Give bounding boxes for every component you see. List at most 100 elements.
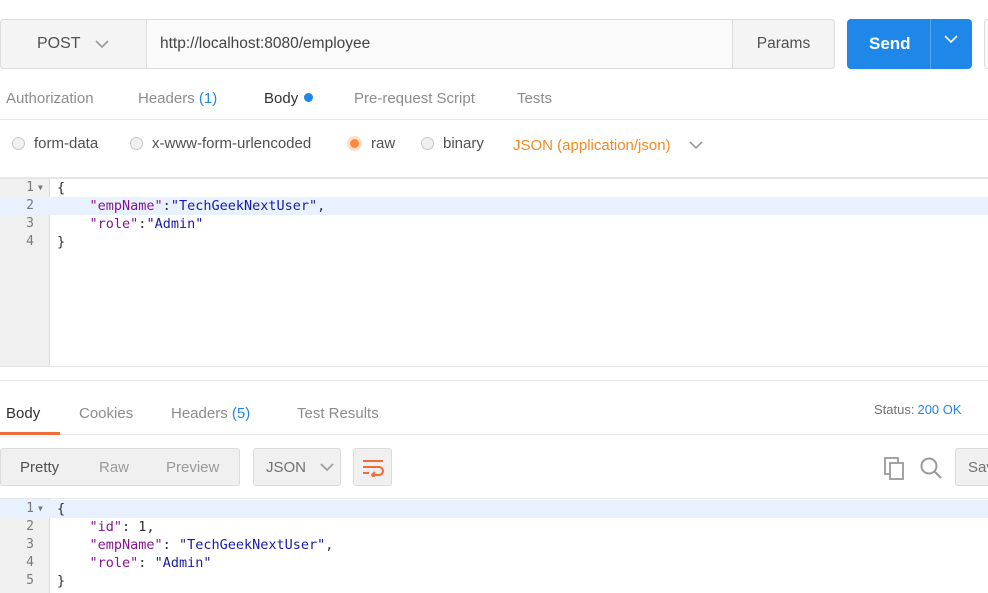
tab-headers[interactable]: Headers (1) [138,90,217,107]
line-number: 2 [26,198,34,213]
save-response-button[interactable]: Save [955,448,988,486]
format-select[interactable]: JSON [253,448,341,486]
json-colon: : [138,555,155,571]
line-number: 5 [26,573,34,588]
chevron-down-icon [320,462,334,471]
fold-arrow-icon[interactable]: ▼ [38,179,43,197]
tab-tests[interactable]: Tests [517,90,552,107]
json-key: "role" [89,555,139,571]
tab-label: Authorization [6,90,94,107]
request-tabs: Authorization Headers (1) Body Pre-reque… [0,80,988,120]
line-number: 4 [26,555,34,570]
search-icon[interactable] [919,456,943,480]
radio-icon [421,137,434,150]
radio-binary[interactable]: binary [421,135,484,152]
wrap-lines-button[interactable] [353,448,392,486]
code-line: 4 } [0,233,988,251]
code-text: { [57,180,66,196]
code-text: } [57,573,66,589]
code-line: 3 "role":"Admin" [0,215,988,233]
content-type-select[interactable]: JSON (application/json) [513,137,703,154]
code-text: { [57,501,66,517]
code-line: 3 "empName": "TechGeekNextUser", [0,536,988,554]
json-comma: , [317,198,326,214]
request-body-editor[interactable]: 1 ▼ { 2 "empName":"TechGeekNextUser", 3 … [0,178,988,367]
fold-arrow-icon[interactable]: ▼ [38,500,43,518]
params-label: Params [756,35,811,52]
save-label: Save [968,459,988,476]
tab-label: Pre-request Script [354,90,475,107]
save-request-button[interactable] [984,19,988,69]
line-number: 1 [26,501,34,516]
tab-label: Body [264,90,299,107]
view-pretty-button[interactable]: Pretty [20,459,59,476]
status-indicator: Status: 200 OK [874,402,962,417]
json-comma: , [146,519,155,535]
json-key: "empName" [89,537,163,553]
send-divider [930,19,931,69]
line-number: 3 [26,537,34,552]
code-line: 4 "role": "Admin" [0,554,988,572]
send-label: Send [869,34,911,53]
radio-icon [130,137,143,150]
send-button[interactable]: Send [847,19,972,69]
body-type-row: form-data x-www-form-urlencoded raw bina… [0,121,988,178]
radio-label: form-data [34,135,99,152]
radio-selected-icon [347,136,362,151]
code-text: } [57,234,66,250]
json-key: "id" [89,519,123,535]
json-key: "empName" [89,198,163,214]
status-label: Status: [874,402,915,417]
response-view-bar: Pretty Raw Preview JSON Save [0,448,988,486]
radio-urlencoded[interactable]: x-www-form-urlencoded [130,135,311,152]
line-number: 1 [26,180,34,195]
radio-raw[interactable]: raw [347,135,395,152]
chevron-down-icon [94,39,109,48]
copy-icon[interactable] [882,456,906,480]
radio-label: raw [371,135,396,152]
params-button[interactable]: Params [733,19,835,69]
tab-body[interactable]: Body [264,90,314,107]
view-preview-button[interactable]: Preview [166,459,219,476]
response-tabs: Body Cookies Headers (5) Test Results St… [0,392,988,435]
json-key: "role" [89,216,139,232]
tab-authorization[interactable]: Authorization [6,90,94,107]
modified-dot-icon [304,93,314,102]
tab-label: Headers [171,405,228,422]
radio-icon [12,137,25,150]
view-raw-button[interactable]: Raw [99,459,129,476]
code-line: 2 "id": 1, [0,518,988,536]
tab-cookies[interactable]: Cookies [79,405,133,422]
code-line: 5 } [0,572,988,590]
response-body-viewer[interactable]: 1 ▼ { 2 "id": 1, 3 "empName": "TechGeekN… [0,498,988,593]
json-colon: : [162,537,179,553]
radio-form-data[interactable]: form-data [12,135,98,152]
headers-count: (1) [198,90,218,107]
line-number: 4 [26,234,34,249]
json-colon: : [122,519,139,535]
wrap-lines-icon [362,460,384,477]
method-select[interactable]: POST [0,19,146,69]
json-value: "Admin" [154,555,212,571]
line-number: 2 [26,519,34,534]
code-line: 1 ▼ { [0,500,988,518]
chevron-down-icon[interactable] [944,35,958,44]
tab-response-headers[interactable]: Headers (5) [171,405,250,422]
content-type-label: JSON (application/json) [513,137,671,154]
tab-label: Body [6,405,41,422]
tab-label: Headers [138,90,195,107]
json-value: "Admin" [146,216,204,232]
status-value: 200 OK [917,402,962,417]
section-divider[interactable] [0,380,988,381]
code-line: 1 ▼ { [0,179,988,197]
active-tab-underline [0,432,60,435]
tab-pre-request-script[interactable]: Pre-request Script [354,90,475,107]
url-input[interactable]: http://localhost:8080/employee [146,19,733,69]
method-label: POST [37,35,81,52]
tab-response-body[interactable]: Body [6,405,40,422]
tab-test-results[interactable]: Test Results [297,405,379,422]
line-number: 3 [26,216,34,231]
json-colon: : [162,198,171,214]
format-label: JSON [266,458,307,476]
url-text: http://localhost:8080/employee [160,35,371,52]
